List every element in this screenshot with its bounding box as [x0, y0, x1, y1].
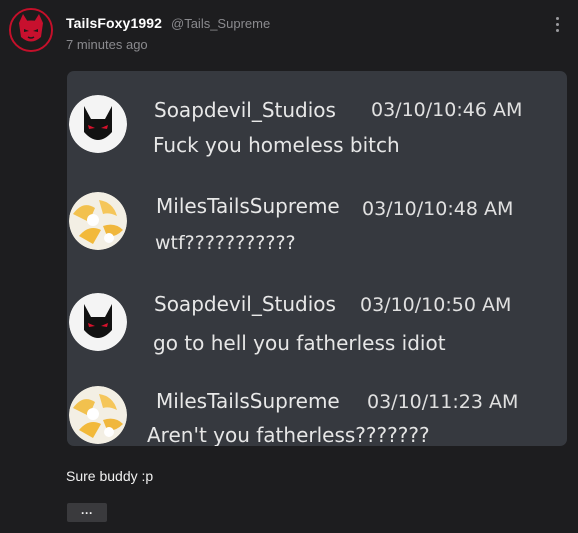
chat-message: Soapdevil_Studios 03/10/10:50 AM go to h…	[67, 289, 567, 369]
message-timestamp: 03/10/10:46 AM	[371, 99, 523, 121]
chat-message: MilesTailsSupreme 03/10/10:48 AM wtf????…	[67, 192, 567, 272]
message-text: Aren't you fatherless???????	[147, 423, 430, 446]
message-text: go to hell you fatherless idiot	[153, 331, 446, 355]
black-cat-mask-icon	[69, 293, 127, 351]
post-card: TailsFoxy1992 @Tails_Supreme 7 minutes a…	[0, 0, 578, 533]
author-avatar[interactable]	[9, 8, 53, 52]
message-author: MilesTailsSupreme	[156, 194, 340, 218]
chat-message: MilesTailsSupreme 03/10/11:23 AM Aren't …	[67, 385, 567, 446]
post-timestamp[interactable]: 7 minutes ago	[66, 37, 148, 52]
message-timestamp: 03/10/10:50 AM	[360, 294, 512, 316]
tails-fox-icon	[69, 386, 127, 444]
embedded-screenshot[interactable]: Soapdevil_Studios 03/10/10:46 AM Fuck yo…	[67, 71, 567, 446]
author-name[interactable]: TailsFoxy1992	[66, 15, 162, 31]
author-handle[interactable]: @Tails_Supreme	[171, 16, 270, 31]
expand-button[interactable]: ···	[67, 503, 107, 522]
message-timestamp: 03/10/11:23 AM	[367, 391, 519, 413]
message-timestamp: 03/10/10:48 AM	[362, 198, 514, 220]
message-author: Soapdevil_Studios	[154, 98, 336, 122]
message-author: Soapdevil_Studios	[154, 292, 336, 316]
message-author: MilesTailsSupreme	[156, 389, 340, 413]
black-cat-mask-icon	[69, 95, 127, 153]
message-text: wtf???????????	[155, 232, 296, 254]
tails-fox-icon	[69, 192, 127, 250]
chat-message: Soapdevil_Studios 03/10/10:46 AM Fuck yo…	[67, 93, 567, 173]
message-text: Fuck you homeless bitch	[153, 133, 400, 157]
red-fox-icon	[11, 10, 51, 50]
post-caption: Sure buddy :p	[66, 468, 154, 484]
more-options-icon[interactable]	[548, 12, 566, 36]
